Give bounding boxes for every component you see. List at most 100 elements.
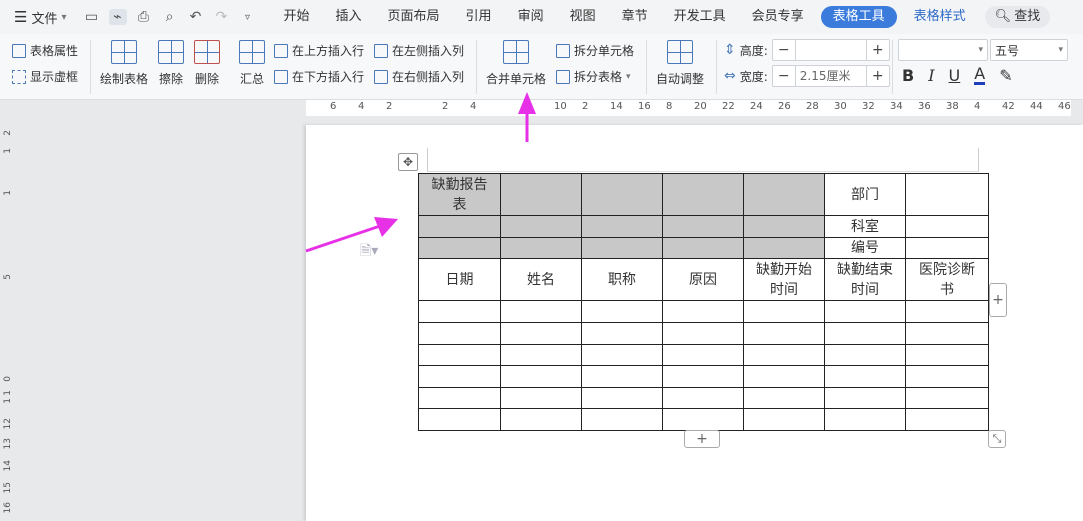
table-cell[interactable]: [418, 322, 501, 345]
table-cell[interactable]: [581, 300, 663, 323]
table-cell[interactable]: [662, 237, 744, 259]
table-cell[interactable]: [418, 365, 501, 388]
table-cell[interactable]: [824, 365, 906, 388]
table-cell[interactable]: [581, 322, 663, 345]
table-cell[interactable]: [662, 408, 744, 431]
table-cell[interactable]: [500, 322, 582, 345]
table-cell[interactable]: [662, 173, 744, 216]
table-cell[interactable]: [662, 215, 744, 238]
tab-chapter[interactable]: 章节: [609, 6, 661, 28]
table-cell[interactable]: [743, 365, 825, 388]
header-date[interactable]: 日期: [418, 258, 501, 301]
tab-home[interactable]: 开始: [271, 6, 323, 28]
number-label-cell[interactable]: 编号: [824, 237, 906, 259]
table-cell[interactable]: [418, 215, 501, 238]
font-color-icon[interactable]: A: [974, 66, 986, 85]
table-cell[interactable]: [500, 215, 582, 238]
save-icon[interactable]: ▭: [83, 9, 101, 25]
header-diagnosis[interactable]: 医院诊断书: [905, 258, 989, 301]
table-cell[interactable]: [743, 215, 825, 238]
table-properties-button[interactable]: 表格属性: [12, 42, 78, 59]
table-cell[interactable]: [743, 300, 825, 323]
table-cell[interactable]: [662, 365, 744, 388]
print-preview-icon[interactable]: ⌕: [161, 9, 179, 25]
table-cell[interactable]: [905, 322, 989, 345]
tab-developer[interactable]: 开发工具: [661, 6, 739, 28]
table-cell[interactable]: [500, 300, 582, 323]
table-cell[interactable]: [418, 408, 501, 431]
format-painter-icon[interactable]: ⌁: [108, 9, 127, 25]
table-cell[interactable]: [824, 408, 906, 431]
minus-icon[interactable]: −: [773, 42, 795, 58]
table-cell[interactable]: [418, 387, 501, 409]
tab-insert[interactable]: 插入: [323, 6, 375, 28]
add-row-button[interactable]: +: [684, 430, 720, 448]
tab-references[interactable]: 引用: [453, 6, 505, 28]
table-cell[interactable]: [500, 365, 582, 388]
redo-icon[interactable]: ↷: [213, 9, 231, 25]
auto-fit-button[interactable]: 自动调整: [656, 40, 704, 87]
table-cell[interactable]: [743, 408, 825, 431]
undo-icon[interactable]: ↶: [187, 9, 205, 25]
print-icon[interactable]: ⎙: [135, 9, 153, 25]
table-cell[interactable]: [905, 173, 989, 216]
plus-icon[interactable]: +: [867, 68, 889, 84]
table-cell[interactable]: [743, 173, 825, 216]
table-cell[interactable]: [662, 344, 744, 366]
table-cell[interactable]: [581, 365, 663, 388]
table-cell[interactable]: [581, 344, 663, 366]
file-menu[interactable]: ☰ 文件 ▾: [0, 8, 75, 27]
highlight-icon[interactable]: ✎: [999, 66, 1012, 85]
table-cell[interactable]: [905, 215, 989, 238]
tab-member[interactable]: 会员专享: [739, 6, 817, 28]
width-stepper[interactable]: − 2.15厘米 +: [771, 65, 890, 87]
table-cell[interactable]: [905, 365, 989, 388]
erase-button[interactable]: 擦除: [158, 40, 184, 87]
table-cell[interactable]: [662, 387, 744, 409]
header-title[interactable]: 职称: [581, 258, 663, 301]
insert-col-left-button[interactable]: 在左侧插入列: [374, 42, 464, 59]
table-cell[interactable]: [905, 408, 989, 431]
header-reason[interactable]: 原因: [662, 258, 744, 301]
table-resize-handle[interactable]: ⤡: [988, 430, 1006, 448]
split-cells-button[interactable]: 拆分单元格: [556, 42, 634, 59]
table-cell[interactable]: [581, 387, 663, 409]
insert-row-above-button[interactable]: 在上方插入行: [274, 42, 364, 59]
document-icon[interactable]: 🗎︎▾: [360, 240, 378, 264]
table-cell[interactable]: [905, 387, 989, 409]
header-end-time[interactable]: 缺勤结束时间: [824, 258, 906, 301]
italic-icon[interactable]: I: [928, 66, 934, 85]
table-cell[interactable]: [581, 237, 663, 259]
table-cell[interactable]: [824, 300, 906, 323]
tab-page-layout[interactable]: 页面布局: [375, 6, 453, 28]
table-cell[interactable]: [418, 237, 501, 259]
underline-icon[interactable]: U: [949, 66, 961, 85]
minus-icon[interactable]: −: [773, 68, 795, 84]
table-cell[interactable]: [824, 344, 906, 366]
draw-table-button[interactable]: 绘制表格: [100, 40, 148, 87]
table-cell[interactable]: [500, 408, 582, 431]
table-cell[interactable]: [418, 300, 501, 323]
search-button[interactable]: 🔍︎ 查找: [984, 6, 1051, 28]
tab-review[interactable]: 审阅: [505, 6, 557, 28]
table-cell[interactable]: [743, 344, 825, 366]
table-cell[interactable]: [581, 173, 663, 216]
header-name[interactable]: 姓名: [500, 258, 582, 301]
height-stepper[interactable]: − +: [771, 39, 890, 61]
dept-label-cell[interactable]: 部门: [824, 173, 906, 216]
table-cell[interactable]: [500, 237, 582, 259]
insert-row-below-button[interactable]: 在下方插入行: [274, 68, 364, 85]
table-move-handle[interactable]: ✥: [398, 153, 418, 171]
font-size-select[interactable]: 五号 ▾: [990, 39, 1068, 61]
tab-table-style[interactable]: 表格样式: [901, 6, 979, 28]
font-name-select[interactable]: ▾: [898, 39, 988, 61]
insert-col-right-button[interactable]: 在右侧插入列: [374, 68, 464, 85]
header-start-time[interactable]: 缺勤开始时间: [743, 258, 825, 301]
table-cell[interactable]: [824, 387, 906, 409]
table-cell[interactable]: [743, 237, 825, 259]
split-table-button[interactable]: 拆分表格 ▾: [556, 68, 631, 85]
more-icon[interactable]: ▿: [239, 12, 257, 23]
height-input[interactable]: [794, 40, 867, 60]
table-cell[interactable]: [662, 300, 744, 323]
show-gridlines-button[interactable]: 显示虚框: [12, 68, 78, 85]
